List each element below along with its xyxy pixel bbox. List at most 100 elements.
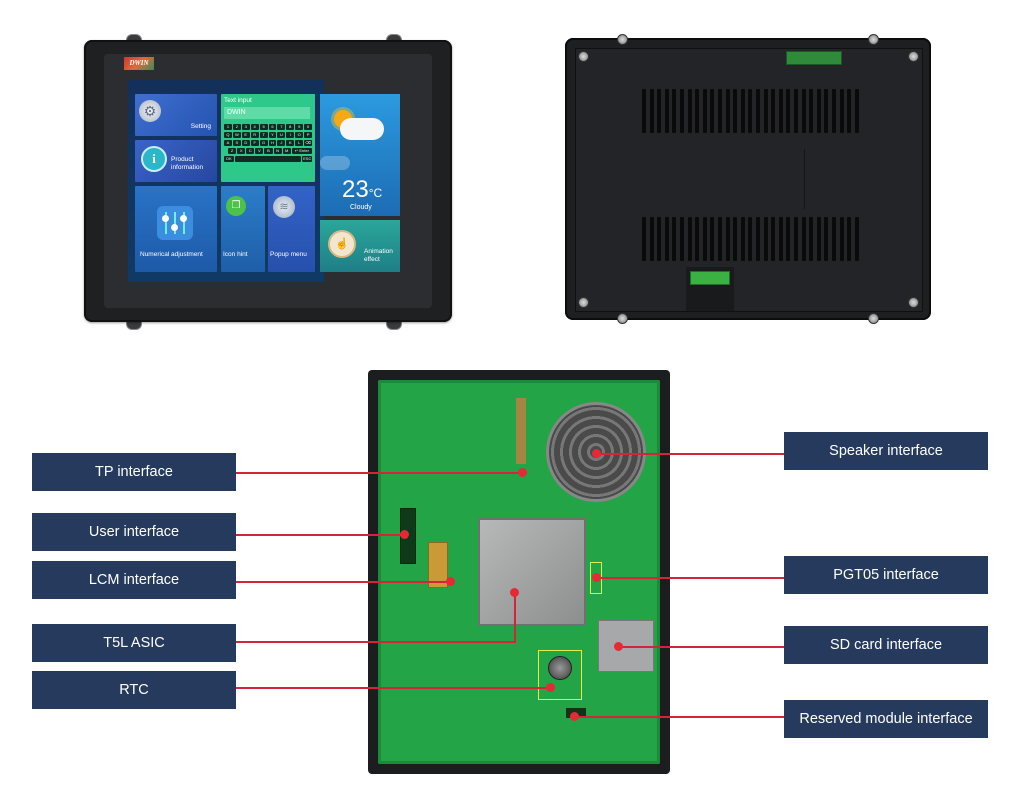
vent-slot bbox=[801, 217, 806, 261]
space-key[interactable] bbox=[234, 156, 302, 162]
key[interactable]: I bbox=[286, 132, 295, 138]
key[interactable]: F bbox=[250, 140, 259, 146]
callout-line-asic-vertical bbox=[514, 592, 516, 643]
key[interactable]: 5 bbox=[259, 124, 268, 130]
callout-dot-sd bbox=[614, 642, 623, 651]
callout-dot-lcm bbox=[446, 577, 455, 586]
screw bbox=[908, 297, 919, 308]
key[interactable]: 9 bbox=[295, 124, 304, 130]
cloud-icon bbox=[340, 118, 384, 140]
key[interactable]: L bbox=[295, 140, 304, 146]
text-input-field[interactable]: DWIN bbox=[224, 107, 310, 119]
key[interactable]: 7 bbox=[277, 124, 286, 130]
keyboard-row: QWERTYUIOP bbox=[224, 132, 313, 138]
vent-slot bbox=[854, 217, 859, 261]
key[interactable]: Z bbox=[228, 148, 237, 154]
enter-key[interactable]: ↵ Enter bbox=[291, 148, 313, 154]
key[interactable]: 2 bbox=[232, 124, 241, 130]
keyboard-row: Z X C V B N M ↵ Enter bbox=[228, 148, 313, 154]
tile-weather[interactable]: 23°C Cloudy bbox=[320, 94, 400, 216]
vent-slot bbox=[809, 89, 814, 133]
tile-label: Popup menu bbox=[270, 251, 307, 258]
tile-text-input[interactable]: Text input DWIN 1234567890 QWERTYUIOP AS… bbox=[221, 94, 315, 182]
vent-slot bbox=[740, 89, 745, 133]
key[interactable]: G bbox=[259, 140, 268, 146]
vent-slot bbox=[657, 217, 662, 261]
callout-line-asic bbox=[236, 641, 516, 643]
back-panel bbox=[575, 48, 923, 312]
vent-slot bbox=[733, 217, 738, 261]
vent-slot bbox=[839, 217, 844, 261]
key[interactable]: E bbox=[241, 132, 250, 138]
key[interactable]: B bbox=[264, 148, 273, 154]
tile-numerical-adjustment[interactable]: Numerical adjustment bbox=[135, 186, 217, 272]
tile-label: Icon hint bbox=[223, 251, 248, 258]
key[interactable]: 3 bbox=[241, 124, 250, 130]
key[interactable]: O bbox=[295, 132, 304, 138]
vent-slot bbox=[801, 89, 806, 133]
key[interactable]: M bbox=[282, 148, 291, 154]
tile-product-information[interactable]: i Product information bbox=[135, 140, 217, 182]
vent-slot bbox=[718, 217, 722, 261]
callout-line-lcm bbox=[236, 581, 450, 583]
callout-line-user bbox=[236, 534, 406, 536]
tile-label: Animation effect bbox=[364, 248, 393, 263]
label-reserved-module-interface: Reserved module interface bbox=[784, 700, 988, 738]
label-speaker-interface: Speaker interface bbox=[784, 432, 988, 470]
callout-line-pgt05 bbox=[596, 577, 784, 579]
ok-key[interactable]: OK bbox=[224, 156, 234, 162]
vent-slot bbox=[718, 89, 722, 133]
vent-slot bbox=[657, 89, 662, 133]
vent-slot bbox=[680, 89, 684, 133]
vent-slot bbox=[832, 217, 836, 261]
rtc-battery bbox=[548, 656, 572, 680]
key[interactable]: Y bbox=[268, 132, 277, 138]
esc-key[interactable]: ESC bbox=[302, 156, 313, 162]
mounting-screw bbox=[617, 313, 628, 324]
key[interactable]: X bbox=[237, 148, 246, 154]
key[interactable]: C bbox=[246, 148, 255, 154]
terminal-block-connector bbox=[690, 271, 730, 285]
tile-animation-effect[interactable]: ☝ Animation effect bbox=[320, 220, 400, 272]
key[interactable]: 8 bbox=[286, 124, 295, 130]
tile-popup-menu[interactable]: ≋ Popup menu bbox=[268, 186, 315, 272]
vent-slot bbox=[786, 89, 791, 133]
mounting-screw bbox=[868, 34, 879, 45]
vent-slot bbox=[664, 89, 669, 133]
key[interactable]: 6 bbox=[268, 124, 277, 130]
touch-icon: ☝ bbox=[328, 230, 356, 258]
vent-slot bbox=[816, 89, 821, 133]
keyboard-row: A S D F G H J K L ⌫ bbox=[224, 140, 313, 146]
key[interactable]: 4 bbox=[250, 124, 259, 130]
key[interactable]: K bbox=[286, 140, 295, 146]
key[interactable]: U bbox=[277, 132, 286, 138]
key[interactable]: V bbox=[255, 148, 264, 154]
tile-icon-hint[interactable]: ❐ Icon hint bbox=[221, 186, 265, 272]
key[interactable]: 1 bbox=[224, 124, 232, 130]
tile-setting[interactable]: ⚙ Setting bbox=[135, 94, 217, 136]
backspace-key[interactable]: ⌫ bbox=[304, 140, 313, 146]
key[interactable]: D bbox=[241, 140, 250, 146]
key[interactable]: T bbox=[259, 132, 268, 138]
callout-dot-user bbox=[400, 530, 409, 539]
key[interactable]: P bbox=[304, 132, 313, 138]
key[interactable]: S bbox=[232, 140, 241, 146]
key[interactable]: W bbox=[232, 132, 241, 138]
vent-slot bbox=[672, 217, 677, 261]
vent-slot bbox=[672, 89, 677, 133]
key[interactable]: 0 bbox=[304, 124, 313, 130]
key[interactable]: J bbox=[277, 140, 286, 146]
connector-recess bbox=[686, 267, 734, 311]
key[interactable]: R bbox=[250, 132, 259, 138]
key[interactable]: H bbox=[268, 140, 277, 146]
vent-slot bbox=[839, 89, 844, 133]
key[interactable]: Q bbox=[224, 132, 232, 138]
temperature-readout: 23°C bbox=[342, 176, 382, 204]
key[interactable]: N bbox=[273, 148, 282, 154]
callout-dot-rtc bbox=[546, 683, 555, 692]
vent-slot bbox=[748, 89, 753, 133]
key[interactable]: A bbox=[224, 140, 232, 146]
vent-slot bbox=[778, 217, 783, 261]
tp-ribbon-cable bbox=[516, 398, 526, 464]
vent-slot bbox=[763, 217, 768, 261]
